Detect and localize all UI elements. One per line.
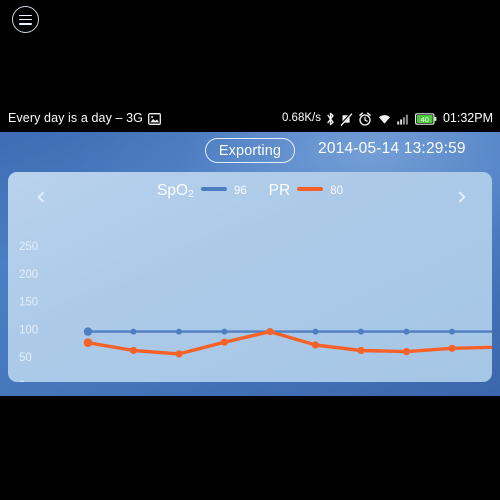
vibrate-off-icon: [339, 111, 353, 126]
header-datetime: 2014-05-14 13:29:59: [318, 140, 466, 157]
exporting-button[interactable]: Exporting: [205, 138, 295, 163]
chart-point-spo2: [403, 328, 410, 335]
chart-point-pr: [311, 341, 320, 349]
legend-label-pr: PR: [268, 182, 291, 200]
hamburger-bars: [19, 14, 32, 25]
chart-point-pr: [402, 348, 411, 356]
status-bar-right: 0.68K/s 40 01:32PM: [281, 111, 493, 126]
chart-line-pr: [86, 329, 492, 356]
wifi-icon: [377, 113, 392, 125]
clock-text: 01:32PM: [442, 111, 493, 126]
data-rate-text: 0.68K/s: [281, 111, 321, 124]
chart-series-group: [83, 327, 492, 358]
chart-point-spo2: [83, 327, 93, 336]
chart-point-pr: [175, 350, 183, 358]
chart-point-spo2: [358, 328, 364, 335]
chart-point-spo2: [130, 328, 137, 335]
chart-plot-area: 250 200 150 100 50 0: [8, 202, 492, 382]
chevron-right-glyph: [453, 191, 466, 203]
chart-point-spo2: [449, 328, 455, 335]
legend-value-spo2: 96: [233, 185, 247, 198]
chart-legend: SpO2 96 PR 80: [8, 181, 492, 201]
exporting-button-label: Exporting: [218, 142, 282, 159]
chart-point-spo2: [176, 328, 182, 335]
legend-item-pr: PR 80: [269, 183, 343, 199]
battery-icon: 40: [414, 112, 437, 125]
chart-point-spo2: [221, 328, 228, 335]
chart-point-spo2: [312, 328, 319, 335]
y-axis-tick-labels: 250 200 150 100 50 0: [19, 241, 38, 382]
status-bar: Every day is a day – 3G 0.68K/s 40 01:32…: [0, 105, 500, 132]
letterbox-bottom: [0, 396, 500, 500]
bluetooth-icon: [326, 112, 335, 126]
chart-point-pr: [266, 328, 274, 336]
signal-icon: [397, 113, 410, 125]
y-axis-tick-label: 200: [19, 269, 38, 281]
chevron-left-glyph: [36, 191, 49, 203]
image-icon: [148, 112, 161, 125]
legend-value-pr: 80: [330, 185, 343, 198]
y-axis-tick-label: 250: [19, 241, 38, 253]
y-axis-tick-label: 150: [19, 297, 38, 309]
y-axis-tick-label: 0: [19, 380, 25, 382]
chart-point-pr: [83, 338, 93, 348]
chart-point-pr: [448, 344, 456, 352]
status-bar-left: Every day is a day – 3G: [8, 112, 282, 125]
letterbox-top: [0, 0, 500, 105]
chart-point-pr: [357, 346, 365, 355]
legend-label-spo2: SpO2: [157, 182, 194, 201]
chart-svg: 250 200 150 100 50 0: [19, 241, 492, 382]
chart-point-pr: [129, 346, 138, 355]
legend-swatch-spo2: [200, 186, 227, 192]
alarm-icon: [358, 111, 372, 126]
legend-item-spo2: SpO2 96: [157, 183, 247, 199]
hamburger-menu-icon[interactable]: [12, 6, 39, 33]
battery-level-text: 40: [421, 114, 429, 123]
device-screen: Every day is a day – 3G 0.68K/s 40 01:32…: [0, 0, 500, 500]
y-axis-tick-label: 50: [19, 352, 32, 364]
chart-panel: SpO2 96 PR 80 250 200 150 100 50 0: [8, 172, 492, 382]
notification-text: Every day is a day – 3G: [8, 111, 144, 126]
legend-swatch-pr: [297, 186, 324, 192]
chart-point-pr: [220, 338, 229, 346]
y-axis-tick-label: 100: [19, 324, 38, 336]
legend-label-spo2-subscript: 2: [188, 188, 194, 201]
